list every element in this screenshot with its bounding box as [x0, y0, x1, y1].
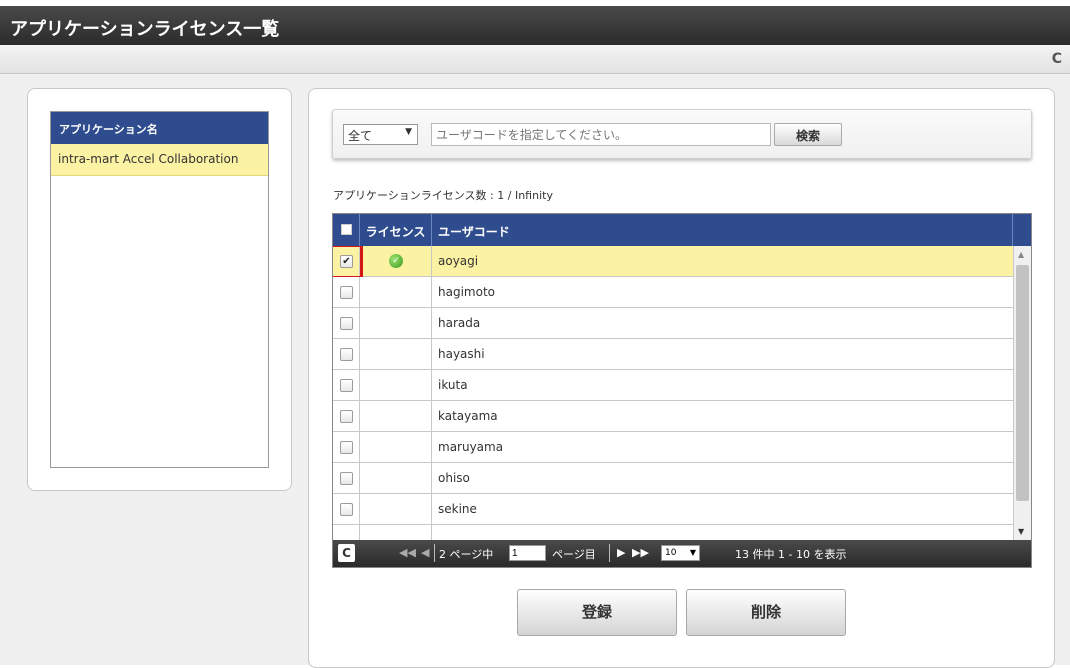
user-code-cell: hagimoto: [438, 285, 495, 299]
application-list-header: アプリケーション名: [51, 112, 268, 144]
row-checkbox[interactable]: [340, 472, 353, 485]
table-row[interactable]: ✔ ✓ aoyagi: [333, 246, 1013, 279]
last-page-icon[interactable]: ▶▶: [632, 546, 649, 559]
license-cell: [360, 308, 432, 338]
license-panel: 全て ▼ 検索 アプリケーションライセンス数 : 1 / Infinity ライ…: [308, 88, 1055, 668]
row-checkbox[interactable]: [340, 410, 353, 423]
window-titlebar: アプリケーションライセンス一覧: [0, 0, 1070, 45]
grid-scrollbar[interactable]: ▲ ▼: [1013, 246, 1031, 540]
user-code-cell: aoyagi: [438, 254, 479, 268]
window-title: アプリケーションライセンス一覧: [10, 19, 280, 40]
per-page-value: 10: [665, 548, 677, 558]
license-cell: [360, 494, 432, 524]
scroll-up-icon[interactable]: ▲: [1018, 250, 1024, 259]
chevron-down-icon: ▼: [405, 127, 412, 137]
table-row[interactable]: hayashi: [333, 339, 1013, 370]
row-checkbox[interactable]: [340, 441, 353, 454]
application-list: アプリケーション名 intra-mart Accel Collaboration: [50, 111, 269, 468]
scroll-thumb[interactable]: [1016, 265, 1029, 501]
table-row[interactable]: ikuta: [333, 370, 1013, 401]
filter-select-value: 全て: [348, 129, 373, 143]
license-cell: [360, 370, 432, 400]
user-license-grid: ライセンス ユーザコード ✔ ✓ aoyagi hagimoto harada …: [332, 213, 1032, 568]
grid-pager: C ◀◀ ◀ 2 ページ中 ページ目 ▶ ▶▶ 10 ▼ 13 件中 1 - 1…: [333, 540, 1031, 567]
per-page-select[interactable]: 10 ▼: [661, 545, 700, 561]
row-checkbox-cell: [333, 525, 360, 540]
first-page-icon[interactable]: ◀◀: [399, 546, 416, 559]
license-cell: [360, 525, 432, 540]
grid-header: ライセンス ユーザコード: [333, 214, 1031, 246]
table-row[interactable]: hagimoto: [333, 277, 1013, 308]
user-code-cell: ohiso: [438, 471, 470, 485]
pager-divider: [434, 544, 435, 562]
user-code-search-input[interactable]: [431, 123, 771, 146]
user-code-cell: harada: [438, 316, 481, 330]
user-code-cell: hayashi: [438, 347, 485, 361]
search-bar: 全て ▼ 検索: [332, 109, 1032, 159]
header-scroll-spacer: [1012, 214, 1031, 246]
user-code-cell: maruyama: [438, 440, 504, 454]
license-cell: [360, 277, 432, 307]
license-cell: [360, 432, 432, 462]
select-all-checkbox[interactable]: [341, 224, 352, 235]
table-row[interactable]: ohiso: [333, 463, 1013, 494]
row-checkbox-cell: [333, 432, 360, 462]
refresh-icon[interactable]: C: [1052, 51, 1062, 67]
scroll-down-icon[interactable]: ▼: [1018, 527, 1024, 536]
toolbar: C: [0, 45, 1070, 74]
delete-button[interactable]: 削除: [686, 589, 846, 636]
grid-body: ✔ ✓ aoyagi hagimoto harada hayashi ikuta…: [333, 246, 1031, 540]
row-checkbox-cell: [333, 277, 360, 307]
total-pages-text: 2 ページ中: [439, 548, 494, 561]
application-panel: アプリケーション名 intra-mart Accel Collaboration: [27, 88, 292, 491]
page-suffix-text: ページ目: [552, 548, 596, 561]
register-button[interactable]: 登録: [517, 589, 677, 636]
prev-page-icon[interactable]: ◀: [421, 546, 429, 559]
table-row[interactable]: katayama: [333, 401, 1013, 432]
table-row[interactable]: sekine: [333, 494, 1013, 525]
application-list-item[interactable]: intra-mart Accel Collaboration: [51, 144, 268, 176]
chevron-down-icon: ▼: [689, 548, 696, 557]
table-row[interactable]: maruyama: [333, 432, 1013, 463]
column-license[interactable]: ライセンス: [360, 214, 432, 246]
row-checkbox[interactable]: [340, 286, 353, 299]
row-checkbox-cell: [333, 308, 360, 338]
page-number-input[interactable]: [509, 545, 546, 561]
table-row-partial[interactable]: [333, 525, 1013, 540]
next-page-icon[interactable]: ▶: [617, 546, 625, 559]
filter-select[interactable]: 全て ▼: [343, 124, 418, 145]
row-checkbox-cell: [333, 494, 360, 524]
license-cell: ✓: [360, 246, 432, 276]
user-code-cell: sekine: [438, 502, 477, 516]
highlight-box: [333, 246, 363, 279]
pager-summary: 13 件中 1 - 10 を表示: [735, 548, 847, 561]
row-checkbox-cell: [333, 339, 360, 369]
row-checkbox[interactable]: [340, 317, 353, 330]
row-checkbox-cell: [333, 370, 360, 400]
pager-divider: [609, 544, 610, 562]
row-checkbox-cell: [333, 401, 360, 431]
row-checkbox[interactable]: [340, 348, 353, 361]
column-user-code[interactable]: ユーザコード: [432, 214, 1012, 246]
row-checkbox[interactable]: [340, 379, 353, 392]
user-code-cell: ikuta: [438, 378, 468, 392]
table-row[interactable]: harada: [333, 308, 1013, 339]
header-checkbox-cell: [333, 214, 360, 246]
search-button[interactable]: 検索: [774, 123, 842, 146]
license-cell: [360, 463, 432, 493]
license-count: アプリケーションライセンス数 : 1 / Infinity: [333, 189, 553, 202]
license-cell: [360, 339, 432, 369]
row-checkbox[interactable]: [340, 503, 353, 516]
row-checkbox-cell: ✔: [333, 246, 363, 279]
pager-refresh-icon[interactable]: C: [338, 544, 355, 562]
user-code-cell: katayama: [438, 409, 498, 423]
license-cell: [360, 401, 432, 431]
row-checkbox-cell: [333, 463, 360, 493]
check-circle-icon: ✓: [389, 254, 403, 268]
